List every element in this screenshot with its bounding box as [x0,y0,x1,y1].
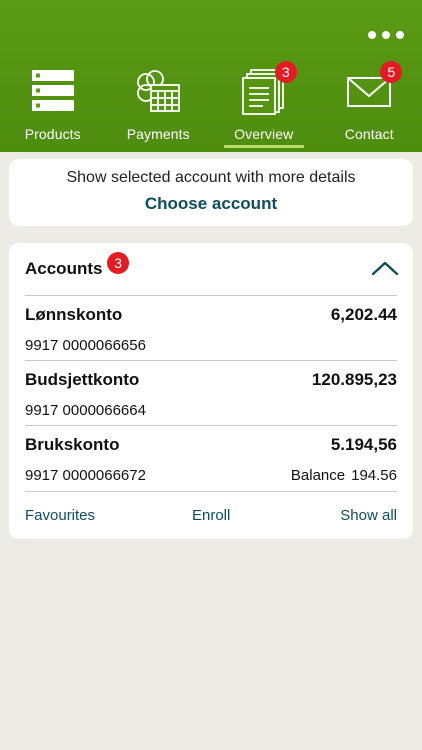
dot [396,31,404,39]
dot [382,31,390,39]
account-number: 9917 0000066664 [25,402,146,419]
nav-label-payments: Payments [126,126,190,142]
mail-icon: 5 [344,61,403,116]
more-dots-icon[interactable] [368,28,404,42]
nav-tab-products[interactable]: Products [0,62,106,152]
divider [25,491,397,492]
show-all-link[interactable]: Show all [340,507,397,524]
nav-tab-payments[interactable]: Payments [106,62,212,152]
overview-documents-icon: 3 [239,61,297,116]
overview-badge: 3 [274,61,297,83]
nav-tab-overview[interactable]: 3 Overview [211,61,317,152]
account-number: 9917 0000066656 [25,337,146,354]
app-header: Products Payments 3 Overview 5 Contact [0,0,422,152]
contact-badge: 5 [380,61,403,83]
account-amount: 120.895,23 [311,370,397,389]
account-name: Lønnskonto [25,305,123,324]
favourites-link[interactable]: Favourites [25,507,95,524]
accounts-header: Accounts 3 [9,243,413,295]
account-row[interactable]: Lønnskonto 6,202.44 9917 0000066656 [9,295,413,360]
products-list-icon [28,66,78,116]
accounts-badge: 3 [107,252,129,274]
accounts-card: Accounts 3 Lønnskonto 6,202.44 9917 0000… [9,243,413,539]
balance-value: 194.56 [351,467,397,484]
account-amount: 6,202.44 [330,305,397,324]
choose-account-card: Show selected account with more details … [9,159,413,226]
choose-account-link[interactable]: Choose account [9,194,413,214]
payments-calendar-icon [133,66,183,116]
dot [368,31,376,39]
nav-tab-contact[interactable]: 5 Contact [317,61,422,152]
account-number: 9917 0000066672 [25,467,146,484]
nav-label-contact: Contact [344,126,394,142]
account-name: Brukskonto [25,435,120,454]
balance-label: Balance [290,467,346,484]
nav-label-products: Products [24,126,81,142]
choose-account-description: Show selected account with more details [66,169,356,186]
account-amount: 5.194,56 [330,435,397,454]
account-balance: Balance 194.56 [291,467,397,484]
enroll-link[interactable]: Enroll [192,507,230,524]
account-name: Budsjettkonto [25,370,140,389]
accounts-footer: Favourites Enroll Show all [9,507,413,527]
accounts-title: Accounts [25,259,103,278]
nav-label-overview: Overview [234,126,294,142]
account-row[interactable]: Brukskonto 5.194,56 9917 0000066672 Bala… [9,425,413,490]
active-tab-indicator [224,145,304,148]
top-navigation: Products Payments 3 Overview 5 Contact [0,61,422,152]
chevron-up-icon[interactable] [371,260,399,276]
account-row[interactable]: Budsjettkonto 120.895,23 9917 0000066664 [9,360,413,425]
